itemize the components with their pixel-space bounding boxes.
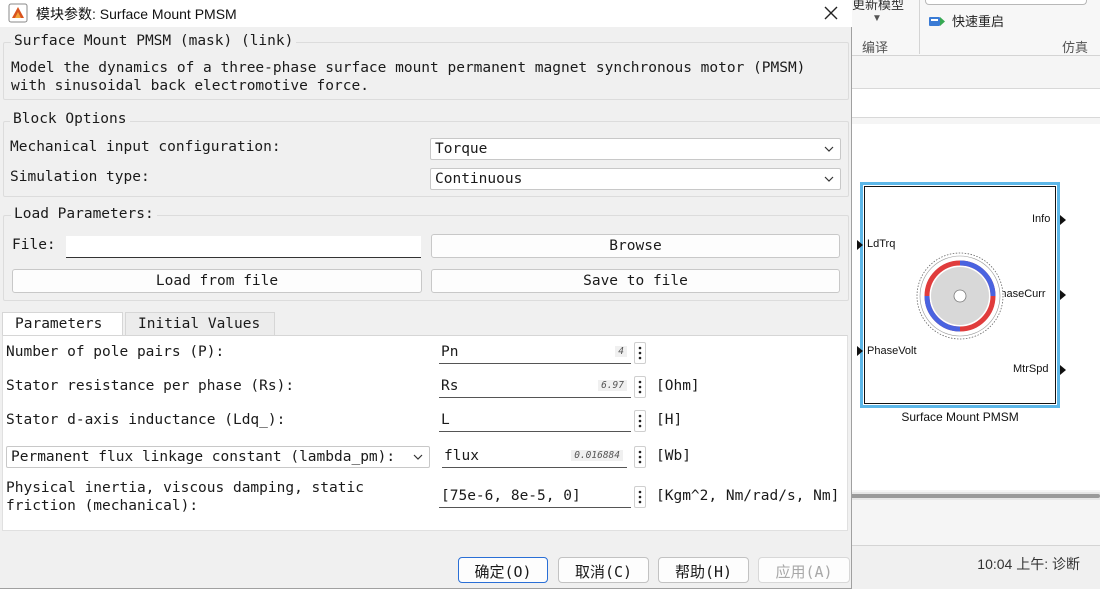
simulation-type-select[interactable]: Continuous: [430, 168, 841, 190]
simulation-section-label: 仿真: [1062, 40, 1089, 55]
toolstrip-dropdown-frame[interactable]: [925, 0, 1087, 5]
file-label: File:: [12, 237, 56, 253]
simulation-type-value: Continuous: [435, 171, 523, 187]
pole-pairs-evaluated-value: 4: [615, 346, 627, 357]
stator-resistance-menu-button[interactable]: [634, 376, 646, 398]
port-label-mtrspd: MtrSpd: [1013, 363, 1049, 375]
browse-button[interactable]: Browse: [431, 234, 840, 258]
flux-input[interactable]: flux 0.016884: [442, 446, 627, 468]
apply-button[interactable]: 应用(A): [758, 557, 850, 583]
ldtrq-port-icon[interactable]: [857, 240, 863, 250]
more-vert-icon: [638, 414, 642, 428]
info-port-icon[interactable]: [1060, 215, 1066, 225]
toolstrip: 更新模型 ▼ 编译 快速重启 仿真: [850, 0, 1100, 56]
stator-inductance-label: Stator d-axis inductance (Ldq_):: [6, 412, 286, 428]
help-button[interactable]: 帮助(H): [658, 557, 749, 583]
stator-resistance-unit: [Ohm]: [656, 378, 700, 394]
more-vert-icon: [638, 450, 642, 464]
description-line-1: Model the dynamics of a three-phase surf…: [11, 60, 806, 76]
stator-inductance-input[interactable]: L: [439, 410, 631, 432]
status-text[interactable]: 10:04 上午: 诊断: [977, 554, 1080, 574]
stator-inductance-menu-button[interactable]: [634, 410, 646, 432]
stator-inductance-unit: [H]: [656, 412, 683, 428]
cancel-button[interactable]: 取消(C): [558, 557, 649, 583]
pole-pairs-label: Number of pole pairs (P):: [6, 344, 225, 360]
inertia-input[interactable]: [75e-6, 8e-5, 0]: [439, 486, 631, 508]
stator-resistance-label: Stator resistance per phase (Rs):: [6, 378, 295, 394]
mechanical-input-select[interactable]: Torque: [430, 138, 841, 160]
flux-menu-button[interactable]: [634, 446, 646, 468]
more-vert-icon: [638, 346, 642, 360]
title-bar[interactable]: 模块参数: Surface Mount PMSM: [0, 0, 852, 27]
load-from-file-button[interactable]: Load from file: [12, 269, 422, 293]
compile-section-label: 编译: [862, 40, 889, 55]
phasecurr-port-icon[interactable]: [1060, 290, 1066, 300]
simulation-type-label: Simulation type:: [10, 169, 150, 185]
inertia-expr: [75e-6, 8e-5, 0]: [441, 488, 581, 504]
flux-label: Permanent flux linkage constant (lambda_…: [11, 449, 396, 465]
inertia-menu-button[interactable]: [634, 486, 646, 508]
block-options-title: Block Options: [10, 111, 130, 127]
ok-button[interactable]: 确定(O): [458, 557, 548, 583]
stator-inductance-expr: L: [441, 412, 450, 428]
phasevolt-port-icon[interactable]: [857, 346, 863, 356]
stator-resistance-evaluated-value: 6.97: [598, 380, 627, 391]
address-bar[interactable]: [850, 88, 1100, 118]
port-label-phasevolt: PhaseVolt: [867, 345, 917, 357]
flux-expr: flux: [444, 448, 479, 464]
dialog-title: 模块参数: Surface Mount PMSM: [36, 6, 237, 22]
tab-parameters[interactable]: Parameters: [2, 312, 123, 336]
save-to-file-button[interactable]: Save to file: [431, 269, 840, 293]
close-icon: [824, 6, 838, 20]
mtrspd-port-icon[interactable]: [1060, 365, 1066, 375]
flux-parameterization-select[interactable]: Permanent flux linkage constant (lambda_…: [6, 446, 430, 468]
chevron-down-icon: [824, 146, 834, 152]
stator-resistance-input[interactable]: Rs 6.97: [439, 376, 631, 398]
chevron-down-icon: [413, 454, 423, 460]
motor-icon: [916, 252, 1004, 340]
status-bar: 10:04 上午: 诊断: [850, 545, 1100, 589]
close-button[interactable]: [812, 0, 850, 26]
more-vert-icon: [638, 490, 642, 504]
chevron-down-icon: [824, 176, 834, 182]
block-caption: Surface Mount PMSM: [901, 410, 1019, 424]
description-line-2: with sinusoidal back electromotive force…: [11, 78, 369, 94]
more-vert-icon: [638, 380, 642, 394]
stator-resistance-expr: Rs: [441, 378, 459, 394]
update-model-label[interactable]: 更新模型: [852, 0, 904, 13]
inertia-unit: [Kgm^2, Nm/rad/s, Nm]: [656, 488, 840, 504]
file-input[interactable]: [66, 236, 421, 258]
chevron-down-icon[interactable]: ▼: [872, 13, 882, 24]
mechanical-input-label: Mechanical input configuration:: [10, 139, 281, 155]
pole-pairs-expr: Pn: [441, 344, 459, 360]
port-label-info: Info: [1032, 213, 1051, 225]
simulink-app-icon: [8, 3, 28, 23]
inertia-label-line-2: friction (mechanical):: [6, 498, 199, 514]
scrollbar-thumb[interactable]: [850, 494, 1100, 498]
load-parameters-title: Load Parameters:: [11, 206, 157, 222]
tab-initial-values[interactable]: Initial Values: [125, 312, 275, 336]
fast-restart-label: 快速重启: [952, 14, 1005, 29]
flux-evaluated-value: 0.016884: [571, 450, 623, 461]
horizontal-scrollbar[interactable]: [850, 492, 1100, 500]
port-label-ldtrq: LdTrq: [867, 238, 896, 250]
flux-unit: [Wb]: [656, 448, 691, 464]
mechanical-input-value: Torque: [435, 141, 488, 157]
pole-pairs-menu-button[interactable]: [634, 342, 646, 364]
toolstrip-divider: [919, 0, 920, 54]
fast-restart-button[interactable]: 快速重启: [928, 11, 1004, 30]
pole-pairs-input[interactable]: Pn 4: [439, 342, 631, 364]
fast-restart-icon: [929, 16, 945, 26]
mask-header: Surface Mount PMSM (mask) (link): [11, 33, 297, 49]
tab-bar: Parameters Initial Values: [2, 312, 848, 336]
inertia-label-line-1: Physical inertia, viscous damping, stati…: [6, 480, 364, 496]
block-parameters-dialog: 模块参数: Surface Mount PMSM Surface Mount P…: [0, 0, 852, 589]
